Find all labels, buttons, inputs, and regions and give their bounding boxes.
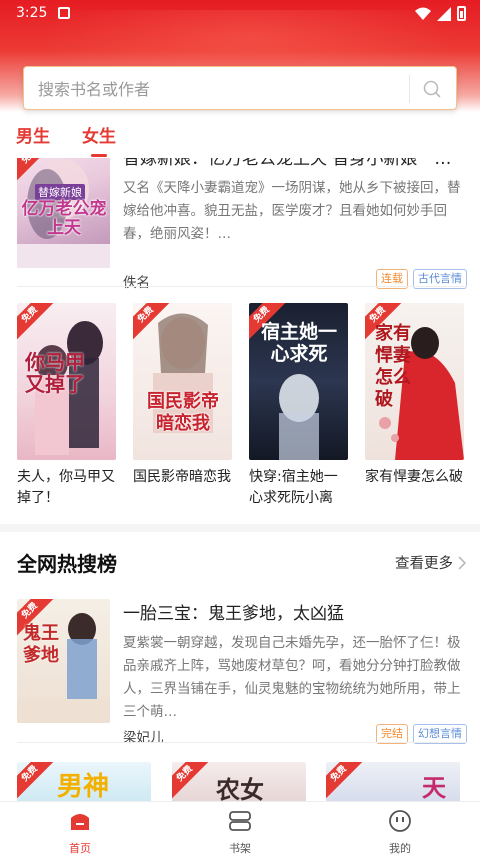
hot-section-header: 全网热搜榜 查看更多 bbox=[17, 548, 467, 578]
cover-title: 家有悍妻怎么破 bbox=[375, 323, 411, 410]
section-title: 全网热搜榜 bbox=[17, 552, 117, 576]
battery-icon bbox=[457, 6, 466, 21]
nav-profile-label: 我的 bbox=[389, 842, 411, 855]
bottom-nav: 首页 书架 我的 bbox=[0, 801, 480, 855]
profile-icon bbox=[389, 810, 411, 832]
free-badge: 免费 bbox=[172, 762, 210, 799]
chevron-right-icon bbox=[458, 555, 467, 570]
grid-book[interactable]: 免费 国民影帝暗恋我 国民影帝暗恋我 bbox=[133, 303, 232, 488]
free-badge: 免费 bbox=[17, 762, 55, 799]
nav-home[interactable]: 首页 bbox=[40, 808, 120, 855]
cover-title: 天 bbox=[422, 774, 446, 801]
cover-title: 宿主她一心求死 bbox=[260, 321, 337, 365]
cover-title: 国民影帝暗恋我 bbox=[147, 391, 219, 434]
grid-book-title: 夫人，你马甲又掉了！ bbox=[17, 469, 115, 506]
book-tags: 完结 幻想言情 bbox=[376, 724, 467, 744]
cover-subtitle: 替嫁新娘 bbox=[35, 184, 85, 200]
nav-home-label: 首页 bbox=[69, 842, 91, 855]
app-screen: 3:25 男生 女生 免费 替嫁 bbox=[0, 0, 480, 855]
nav-profile[interactable]: 我的 bbox=[360, 808, 440, 855]
book-cover[interactable]: 免费 国民影帝暗恋我 bbox=[133, 303, 232, 460]
book-author: 佚名 bbox=[123, 275, 150, 291]
book-cover[interactable]: 免费 替嫁新娘 亿万老公宠上天 bbox=[17, 158, 110, 268]
book-cover[interactable]: 免费 你马甲又掉了 bbox=[17, 303, 116, 460]
view-more-label: 查看更多 bbox=[395, 556, 453, 572]
grid-book[interactable]: 免费 你马甲又掉了 夫人，你马甲又掉了！ bbox=[17, 303, 116, 509]
book-title: 替嫁新娘：亿万老公宠上天 替身小新娘一胎俏总裁 bbox=[123, 158, 467, 169]
gender-tabs: 男生 女生 bbox=[16, 122, 116, 157]
cover-title: 农女 bbox=[216, 776, 264, 801]
status-icons bbox=[415, 6, 466, 21]
tab-male[interactable]: 男生 bbox=[16, 122, 50, 157]
notification-icon bbox=[58, 7, 70, 19]
book-cover[interactable]: 免费 鬼王爹地 bbox=[17, 599, 110, 723]
book-cover[interactable]: 免费 家有悍妻怎么破 bbox=[365, 303, 464, 460]
book-info: 替嫁新娘：亿万老公宠上天 替身小新娘一胎俏总裁 又名《天降小妻霸道宠》一场阴谋，… bbox=[123, 158, 467, 291]
book-grid: 免费 你马甲又掉了 夫人，你马甲又掉了！ 免费 国民影帝暗恋我 国民影帝暗恋我 bbox=[17, 303, 467, 518]
nav-bookshelf[interactable]: 书架 bbox=[200, 808, 280, 855]
tab-female[interactable]: 女生 bbox=[82, 122, 116, 157]
book-meta: 佚名 连载 古代言情 bbox=[123, 269, 467, 291]
status-time: 3:25 bbox=[16, 5, 48, 21]
book-description: 又名《天降小妻霸道宠》一场阴谋，她从乡下被接回，替嫁给他冲喜。貌丑无盐，医学废才… bbox=[123, 180, 461, 242]
list-item[interactable]: 免费 替嫁新娘 亿万老公宠上天 替嫁新娘：亿万老公宠上天 替身小新娘一胎俏总裁 … bbox=[17, 158, 467, 291]
grid-book-title: 家有悍妻怎么破 bbox=[365, 469, 463, 485]
home-icon bbox=[71, 814, 89, 830]
divider bbox=[17, 742, 467, 743]
free-badge: 免费 bbox=[326, 762, 364, 799]
search-input[interactable] bbox=[38, 78, 398, 100]
grid-book[interactable]: 免费 家有悍妻怎么破 家有悍妻怎么破 bbox=[365, 303, 464, 488]
book-info: 一胎三宝：鬼王爹地，太凶猛 夏紫裳一朝穿越，发现自己未婚先孕，还一胎怀了仨！极品… bbox=[123, 599, 467, 746]
cover-title: 男神 bbox=[57, 772, 110, 801]
search-divider bbox=[409, 75, 410, 103]
grid-book[interactable]: 免费 宿主她一心求死 快穿:宿主她一心求死阮小离 bbox=[249, 303, 348, 509]
book-description: 夏紫裳一朝穿越，发现自己未婚先孕，还一胎怀了仨！极品亲戚齐上阵，骂她废材草包？呵… bbox=[123, 635, 461, 720]
list-item[interactable]: 免费 鬼王爹地 一胎三宝：鬼王爹地，太凶猛 夏紫裳一朝穿越，发现自己未婚先孕，还… bbox=[17, 599, 467, 746]
status-tag: 完结 bbox=[376, 724, 408, 744]
book-cover[interactable]: 免费 农女 bbox=[172, 762, 306, 801]
section-gap bbox=[0, 524, 480, 532]
signal-icon bbox=[437, 6, 451, 21]
book-cover[interactable]: 免费 男神 bbox=[17, 762, 151, 801]
genre-tag: 幻想言情 bbox=[413, 724, 467, 744]
search-bar[interactable] bbox=[23, 66, 457, 110]
view-more-link[interactable]: 查看更多 bbox=[395, 552, 467, 573]
book-author: 梁妃儿 bbox=[123, 730, 164, 746]
grid-book-title: 快穿:宿主她一心求死阮小离 bbox=[249, 469, 338, 506]
cover-title: 亿万老公宠上天 bbox=[21, 199, 107, 238]
search-icon[interactable] bbox=[420, 77, 444, 101]
book-title: 一胎三宝：鬼王爹地，太凶猛 bbox=[123, 604, 344, 624]
book-cover[interactable]: 免费 天 bbox=[326, 762, 460, 801]
bookshelf-icon bbox=[229, 811, 251, 831]
content-scroll[interactable]: 免费 替嫁新娘 亿万老公宠上天 替嫁新娘：亿万老公宠上天 替身小新娘一胎俏总裁 … bbox=[0, 158, 480, 801]
nav-bookshelf-label: 书架 bbox=[229, 842, 251, 855]
wifi-icon bbox=[415, 7, 431, 20]
status-bar: 3:25 bbox=[0, 0, 480, 28]
divider bbox=[17, 286, 467, 287]
book-cover[interactable]: 免费 宿主她一心求死 bbox=[249, 303, 348, 460]
cover-title: 鬼王爹地 bbox=[23, 623, 59, 666]
grid-book-title: 国民影帝暗恋我 bbox=[133, 469, 231, 485]
book-strip: 免费 男神 免费 农女 免费 天 bbox=[17, 762, 467, 801]
cover-title: 你马甲又掉了 bbox=[25, 350, 85, 396]
